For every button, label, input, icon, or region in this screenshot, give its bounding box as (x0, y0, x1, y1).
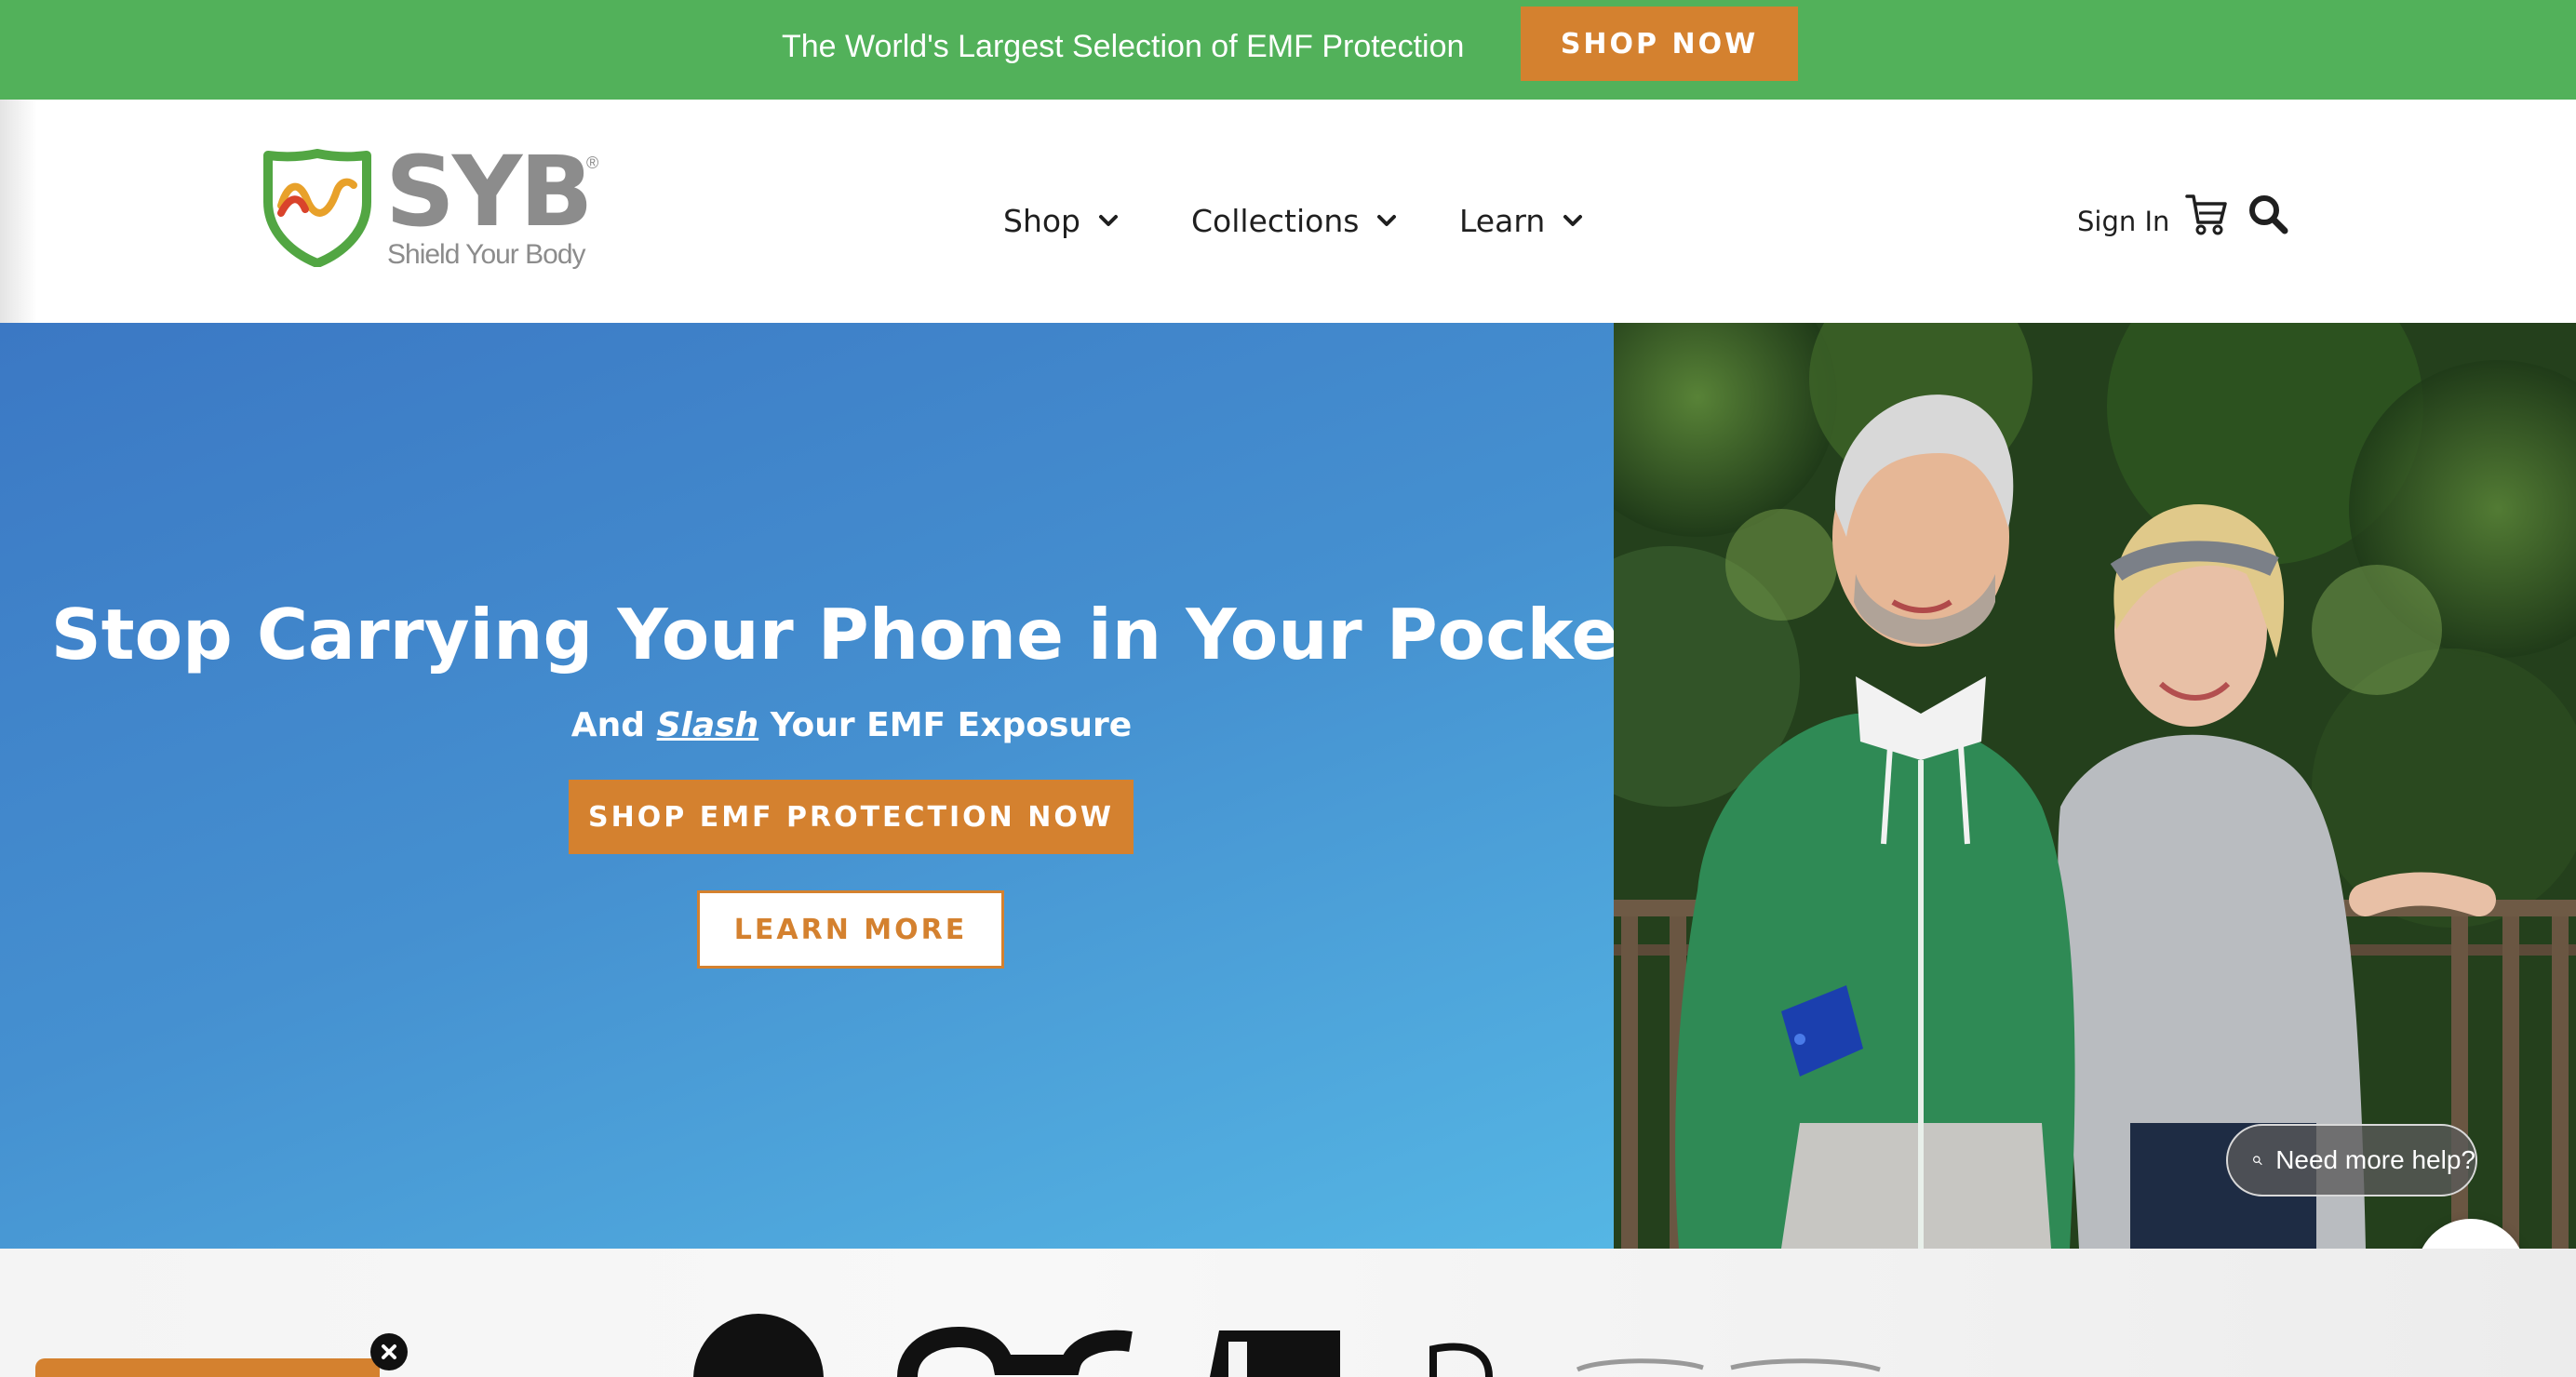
logo-tagline: Shield Your Body (387, 239, 586, 270)
press-logo-cbs (897, 1326, 1133, 1377)
nav-learn[interactable]: Learn (1459, 193, 1584, 248)
press-logo-dr (1429, 1343, 1493, 1377)
announcement-bar: The World's Largest Selection of EMF Pro… (0, 0, 2576, 100)
hero-subtitle-end: Your EMF Exposure (758, 706, 1133, 744)
header-edge-shade (0, 100, 37, 323)
hero-banner: Stop Carrying Your Phone in Your Pocket … (0, 323, 1652, 1249)
nav-collections[interactable]: Collections (1191, 193, 1398, 248)
search-icon[interactable] (2247, 193, 2289, 235)
shield-logo-icon (263, 149, 371, 267)
nav-collections-label: Collections (1191, 202, 1360, 239)
couple-photo-illustration (1614, 323, 2576, 1249)
nav-shop[interactable]: Shop (1003, 193, 1120, 248)
hero-photo (1614, 323, 2576, 1249)
help-chat-label: Need more help? (2275, 1145, 2475, 1174)
nav-learn-label: Learn (1459, 202, 1546, 239)
cart-icon[interactable] (2185, 191, 2228, 237)
hero-subtitle-start: And (570, 706, 657, 744)
shop-emf-protection-button[interactable]: SHOP EMF PROTECTION NOW (569, 780, 1134, 854)
logo-registered-mark: ® (586, 154, 599, 172)
sign-in-link[interactable]: Sign In (2077, 198, 2169, 245)
help-chat-bubble[interactable]: Need more help? (2226, 1124, 2477, 1197)
learn-more-button[interactable]: LEARN MORE (697, 890, 1004, 969)
chevron-down-icon (1099, 215, 1118, 226)
hero-title: Stop Carrying Your Phone in Your Pocket (50, 594, 1653, 675)
press-logo-small (1576, 1358, 1881, 1372)
announcement-text: The World's Largest Selection of EMF Pro… (782, 29, 1465, 64)
hero-subtitle: And Slash Your EMF Exposure (0, 702, 1703, 749)
nav-shop-label: Shop (1003, 202, 1080, 239)
press-logo-round (693, 1314, 824, 1377)
promo-tab[interactable] (35, 1358, 380, 1377)
search-chat-icon (2252, 1156, 2262, 1165)
promo-tab-close-button[interactable] (370, 1333, 408, 1370)
chevron-down-icon (1563, 215, 1583, 226)
hero-subtitle-emphasis: Slash (656, 706, 759, 744)
site-logo[interactable]: SYB ® Shield Your Body (262, 140, 616, 287)
chevron-down-icon (1377, 215, 1397, 226)
logo-wordmark: SYB (385, 135, 593, 248)
site-header: SYB ® Shield Your Body Shop Collections … (0, 100, 2576, 323)
close-icon (382, 1344, 396, 1359)
shop-now-button[interactable]: SHOP NOW (1521, 7, 1798, 81)
